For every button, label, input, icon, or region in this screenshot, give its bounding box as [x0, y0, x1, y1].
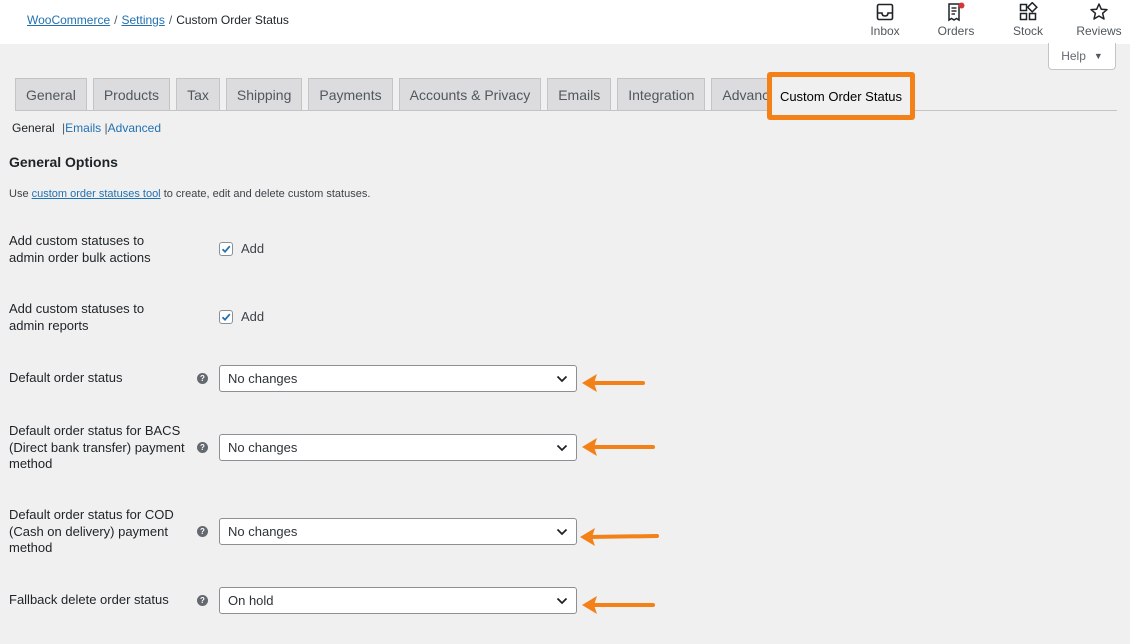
star-icon [1090, 3, 1108, 20]
bacs-status-select[interactable]: No changes [219, 434, 577, 461]
help-button[interactable]: Help ▼ [1048, 43, 1116, 70]
fallback-delete-label: Fallback delete order status [9, 592, 169, 607]
subsection-advanced[interactable]: Advanced [108, 121, 161, 135]
breadcrumb-current: Custom Order Status [176, 13, 289, 27]
fallback-delete-select[interactable]: On hold [219, 587, 577, 614]
reports-field: Add [219, 309, 264, 324]
tab-shipping[interactable]: Shipping [225, 78, 303, 111]
activity-reviews-button[interactable]: Reviews [1074, 0, 1124, 44]
help-tip-icon[interactable]: ? [197, 373, 208, 384]
tab-emails[interactable]: Emails [547, 78, 612, 111]
tab-products[interactable]: Products [92, 78, 171, 111]
chevron-down-icon [556, 597, 568, 605]
chevron-down-icon: ▼ [1093, 51, 1103, 61]
tab-payments[interactable]: Payments [308, 78, 393, 111]
tab-general[interactable]: General [15, 78, 87, 111]
reports-checkbox-label: Add [241, 309, 265, 324]
bulk-actions-field: Add [219, 241, 264, 256]
section-description: Use custom order statuses tool to create… [9, 188, 370, 200]
activity-stock-label: Stock [1012, 24, 1043, 38]
breadcrumb-settings[interactable]: Settings [121, 13, 164, 27]
help-tip-icon[interactable]: ? [197, 526, 208, 537]
breadcrumb-separator: / [168, 13, 173, 27]
description-prefix: Use [9, 188, 32, 200]
subsection-emails[interactable]: Emails [65, 121, 101, 135]
activity-orders-label: Orders [937, 24, 975, 38]
chevron-down-icon [556, 444, 568, 452]
checkmark-icon [221, 245, 231, 253]
annotation-arrow [580, 528, 659, 546]
custom-statuses-tool-link[interactable]: custom order statuses tool [32, 188, 161, 200]
bulk-actions-checkbox[interactable] [219, 241, 233, 256]
activity-inbox-label: Inbox [870, 24, 900, 38]
annotation-arrow [582, 438, 655, 456]
tab-accounts-privacy[interactable]: Accounts & Privacy [398, 78, 542, 111]
orders-icon [948, 2, 965, 22]
inbox-icon [876, 3, 894, 21]
cod-status-value: No changes [228, 524, 298, 539]
activity-reviews-label: Reviews [1076, 24, 1122, 38]
subsection-general[interactable]: General [12, 121, 55, 135]
tab-tax[interactable]: Tax [176, 78, 220, 111]
fallback-delete-value: On hold [228, 593, 274, 608]
stock-icon [1019, 2, 1038, 21]
bulk-actions-checkbox-label: Add [241, 241, 265, 256]
help-label: Help [1061, 49, 1086, 63]
reports-label: Add custom statuses to admin reports [9, 301, 145, 333]
help-tip-icon[interactable]: ? [197, 442, 208, 453]
checkmark-icon [221, 313, 231, 321]
bacs-status-label: Default order status for BACS (Direct ba… [9, 423, 185, 471]
chevron-down-icon [556, 375, 568, 383]
admin-header: WooCommerce / Settings / Custom Order Status… [0, 0, 1130, 44]
tabs-divider [15, 110, 1117, 111]
activity-stock-button[interactable]: Stock [1008, 0, 1048, 44]
activity-orders-button[interactable]: Orders [934, 0, 978, 44]
cod-status-label: Default order status for COD (Cash on de… [9, 507, 174, 555]
cod-status-select[interactable]: No changes [219, 518, 577, 545]
chevron-down-icon [556, 528, 568, 536]
default-status-label: Default order status [9, 370, 123, 385]
annotation-arrow [582, 596, 655, 614]
breadcrumb: WooCommerce / Settings / Custom Order Status [27, 13, 289, 27]
help-tip-icon[interactable]: ? [197, 595, 208, 606]
bulk-actions-label: Add custom statuses to admin order bulk … [9, 233, 151, 265]
settings-tabs: General Products Tax Shipping Payments A… [15, 78, 802, 111]
activity-inbox-button[interactable]: Inbox [864, 0, 906, 44]
tab-custom-order-status[interactable]: Custom Order Status [767, 72, 915, 120]
annotation-arrow [582, 374, 645, 392]
default-status-select[interactable]: No changes [219, 365, 577, 392]
bacs-status-value: No changes [228, 440, 298, 455]
reports-checkbox[interactable] [219, 309, 233, 324]
section-title: General Options [9, 154, 118, 170]
breadcrumb-woocommerce[interactable]: WooCommerce [27, 13, 110, 27]
tab-integration[interactable]: Integration [617, 78, 706, 111]
description-suffix: to create, edit and delete custom status… [160, 188, 371, 200]
subsection-nav: General |Emails |Advanced [12, 121, 161, 135]
default-status-value: No changes [228, 371, 298, 386]
breadcrumb-separator: / [114, 13, 118, 27]
